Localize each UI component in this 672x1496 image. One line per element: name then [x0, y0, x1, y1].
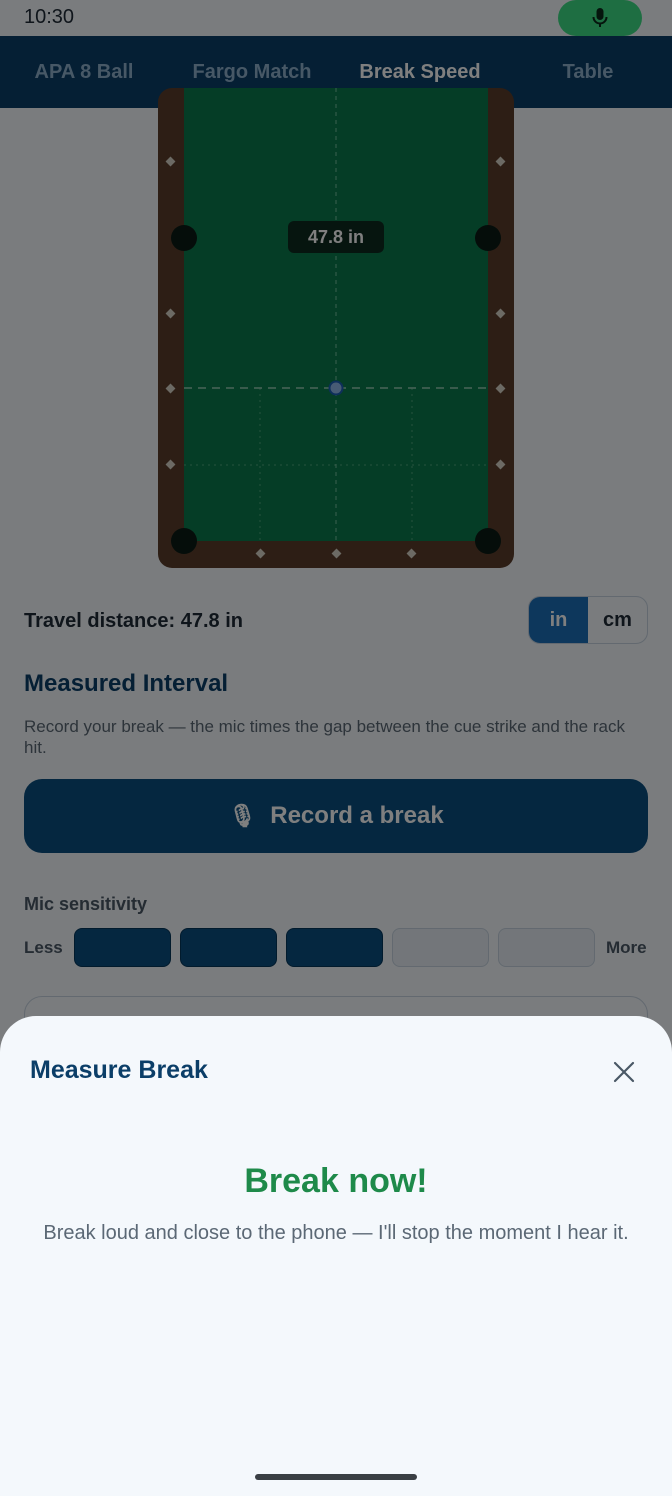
home-indicator[interactable] [255, 1474, 417, 1480]
sheet-title: Measure Break [30, 1056, 208, 1084]
close-button[interactable] [604, 1052, 644, 1092]
break-now-headline: Break now! [244, 1162, 428, 1200]
close-icon [613, 1061, 635, 1083]
measure-break-sheet: Measure Break Break now! Break loud and … [0, 1016, 672, 1496]
break-instructions: Break loud and close to the phone — I'll… [43, 1222, 629, 1244]
